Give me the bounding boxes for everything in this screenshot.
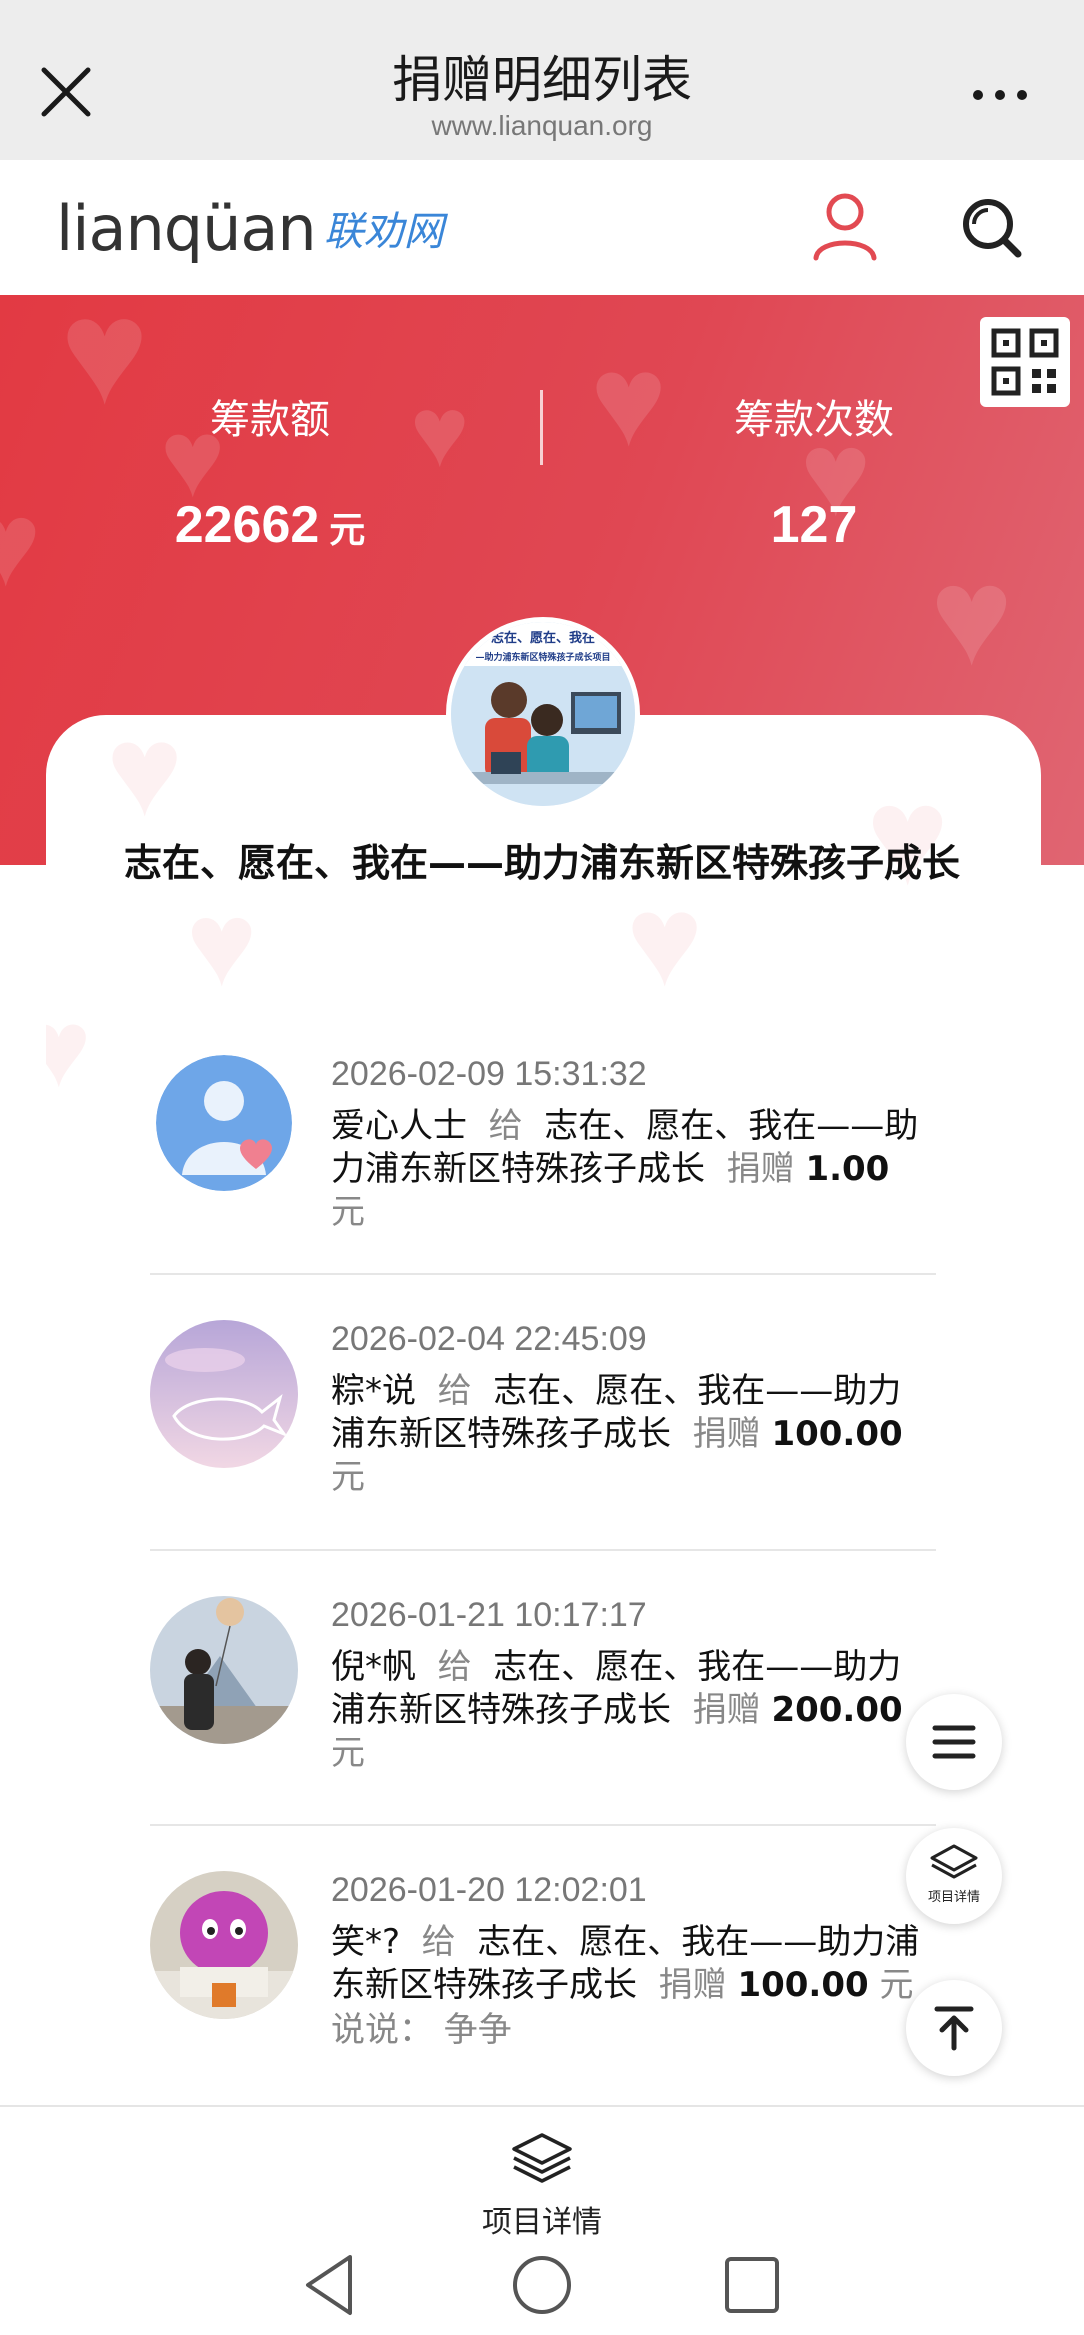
home-nav-icon[interactable] (513, 2256, 571, 2314)
donor-name: 倪*帆 (331, 1647, 416, 1687)
amount-unit: 元 (331, 1733, 365, 1773)
donation-text: 倪*帆 给 志在、愿在、我在——助力浦东新区特殊孩子成长 捐赠 200.00 元 (331, 1646, 931, 1775)
menu-button[interactable] (906, 1694, 1002, 1790)
donation-text: 爱心人士 给 志在、愿在、我在——助力浦东新区特殊孩子成长 捐赠 1.00 元 (331, 1105, 931, 1234)
system-navigation-bar (0, 2237, 1084, 2335)
donor-name: 爱心人士 (331, 1106, 467, 1146)
donation-amount: 100.00 (737, 1965, 869, 2005)
donation-time: 2026-01-20 12:02:01 (331, 1871, 647, 1909)
heart-decoration: ♥ (0, 477, 42, 611)
amount-unit: 元 (331, 1457, 365, 1497)
give-word: 给 (437, 1647, 472, 1687)
amount-value: 22662 元 (90, 495, 450, 555)
layers-icon (930, 1844, 978, 1879)
back-nav-icon[interactable] (306, 2255, 352, 2315)
donation-text: 笑*? 给 志在、愿在、我在——助力浦东新区特殊孩子成长 捐赠 100.00 元… (331, 1921, 931, 2052)
list-divider (150, 1824, 936, 1826)
logo-text: lianqüan (56, 191, 317, 265)
donate-word: 捐赠 (726, 1149, 795, 1189)
donor-avatar (156, 1055, 292, 1191)
more-options-icon[interactable] (970, 80, 1030, 110)
donation-message: 说说： 争争 (331, 2010, 512, 2050)
project-avatar: 志在、愿在、我在 —助力浦东新区特殊孩子成长项目 (446, 617, 640, 811)
project-detail-label: 项目详情 (482, 2205, 602, 2240)
give-word: 给 (488, 1106, 523, 1146)
give-word: 给 (421, 1922, 456, 1962)
browser-header: 捐赠明细列表 www.lianquan.org (0, 0, 1084, 160)
donation-amount: 100.00 (771, 1414, 903, 1454)
logo-cn-text: 联劝网 (323, 209, 444, 255)
amount-number: 22662 (174, 496, 320, 554)
site-header: lianqüan 联劝网 (0, 160, 1084, 295)
project-detail-float-button[interactable]: 项目详情 (906, 1828, 1002, 1924)
user-icon[interactable] (810, 190, 880, 262)
list-divider (150, 1273, 936, 1275)
svg-text:志在、愿在、我在: 志在、愿在、我在 (491, 630, 595, 646)
layers-icon (512, 2133, 572, 2183)
heart-decoration: ♥ (866, 757, 950, 914)
donor-avatar (150, 1596, 298, 1744)
back-to-top-button[interactable] (906, 1980, 1002, 2076)
donation-time: 2026-02-09 15:31:32 (331, 1055, 647, 1093)
list-divider (150, 1549, 936, 1551)
amount-unit: 元 (331, 1192, 365, 1232)
project-detail-tab[interactable]: 项目详情 (440, 2125, 644, 2240)
heart-decoration: ♥ (46, 987, 92, 1110)
page-title: 捐赠明细列表 (392, 51, 692, 109)
donate-word: 捐赠 (692, 1414, 761, 1454)
svg-text:—助力浦东新区特殊孩子成长项目: —助力浦东新区特殊孩子成长项目 (475, 651, 610, 663)
heart-decoration: ♥ (106, 715, 184, 843)
amount-unit: 元 (329, 509, 366, 550)
site-logo[interactable]: lianqüan 联劝网 (56, 190, 444, 266)
donor-avatar (150, 1320, 298, 1468)
project-detail-float-label: 项目详情 (927, 1889, 980, 1904)
search-icon[interactable] (960, 196, 1024, 260)
donate-word: 捐赠 (658, 1965, 727, 2005)
donation-amount: 200.00 (771, 1690, 903, 1730)
menu-icon (932, 1725, 976, 1759)
count-value: 127 (770, 496, 858, 554)
donation-amount: 1.00 (805, 1149, 890, 1189)
heart-decoration: ♥ (186, 877, 258, 1011)
arrow-up-icon (934, 2006, 974, 2051)
heart-decoration: ♥ (930, 537, 1014, 694)
donation-time: 2026-01-21 10:17:17 (331, 1596, 647, 1634)
stats-divider (540, 390, 543, 465)
give-word: 给 (437, 1371, 472, 1411)
donor-name: 笑*? (331, 1922, 401, 1962)
donation-time: 2026-02-04 22:45:09 (331, 1320, 647, 1358)
page-url: www.lianquan.org (431, 110, 653, 141)
donor-avatar (150, 1871, 298, 2019)
donation-text: 粽*说 给 志在、愿在、我在——助力浦东新区特殊孩子成长 捐赠 100.00 元 (331, 1370, 931, 1499)
donor-name: 粽*说 (331, 1371, 416, 1411)
amount-label: 筹款额 (210, 397, 330, 443)
recents-nav-icon[interactable] (725, 2257, 779, 2313)
count-label: 筹款次数 (734, 397, 894, 443)
bottom-bar: 项目详情 (0, 2105, 1084, 2335)
donate-word: 捐赠 (692, 1690, 761, 1730)
project-title: 志在、愿在、我在——助力浦东新区特殊孩子成长 (123, 841, 960, 885)
